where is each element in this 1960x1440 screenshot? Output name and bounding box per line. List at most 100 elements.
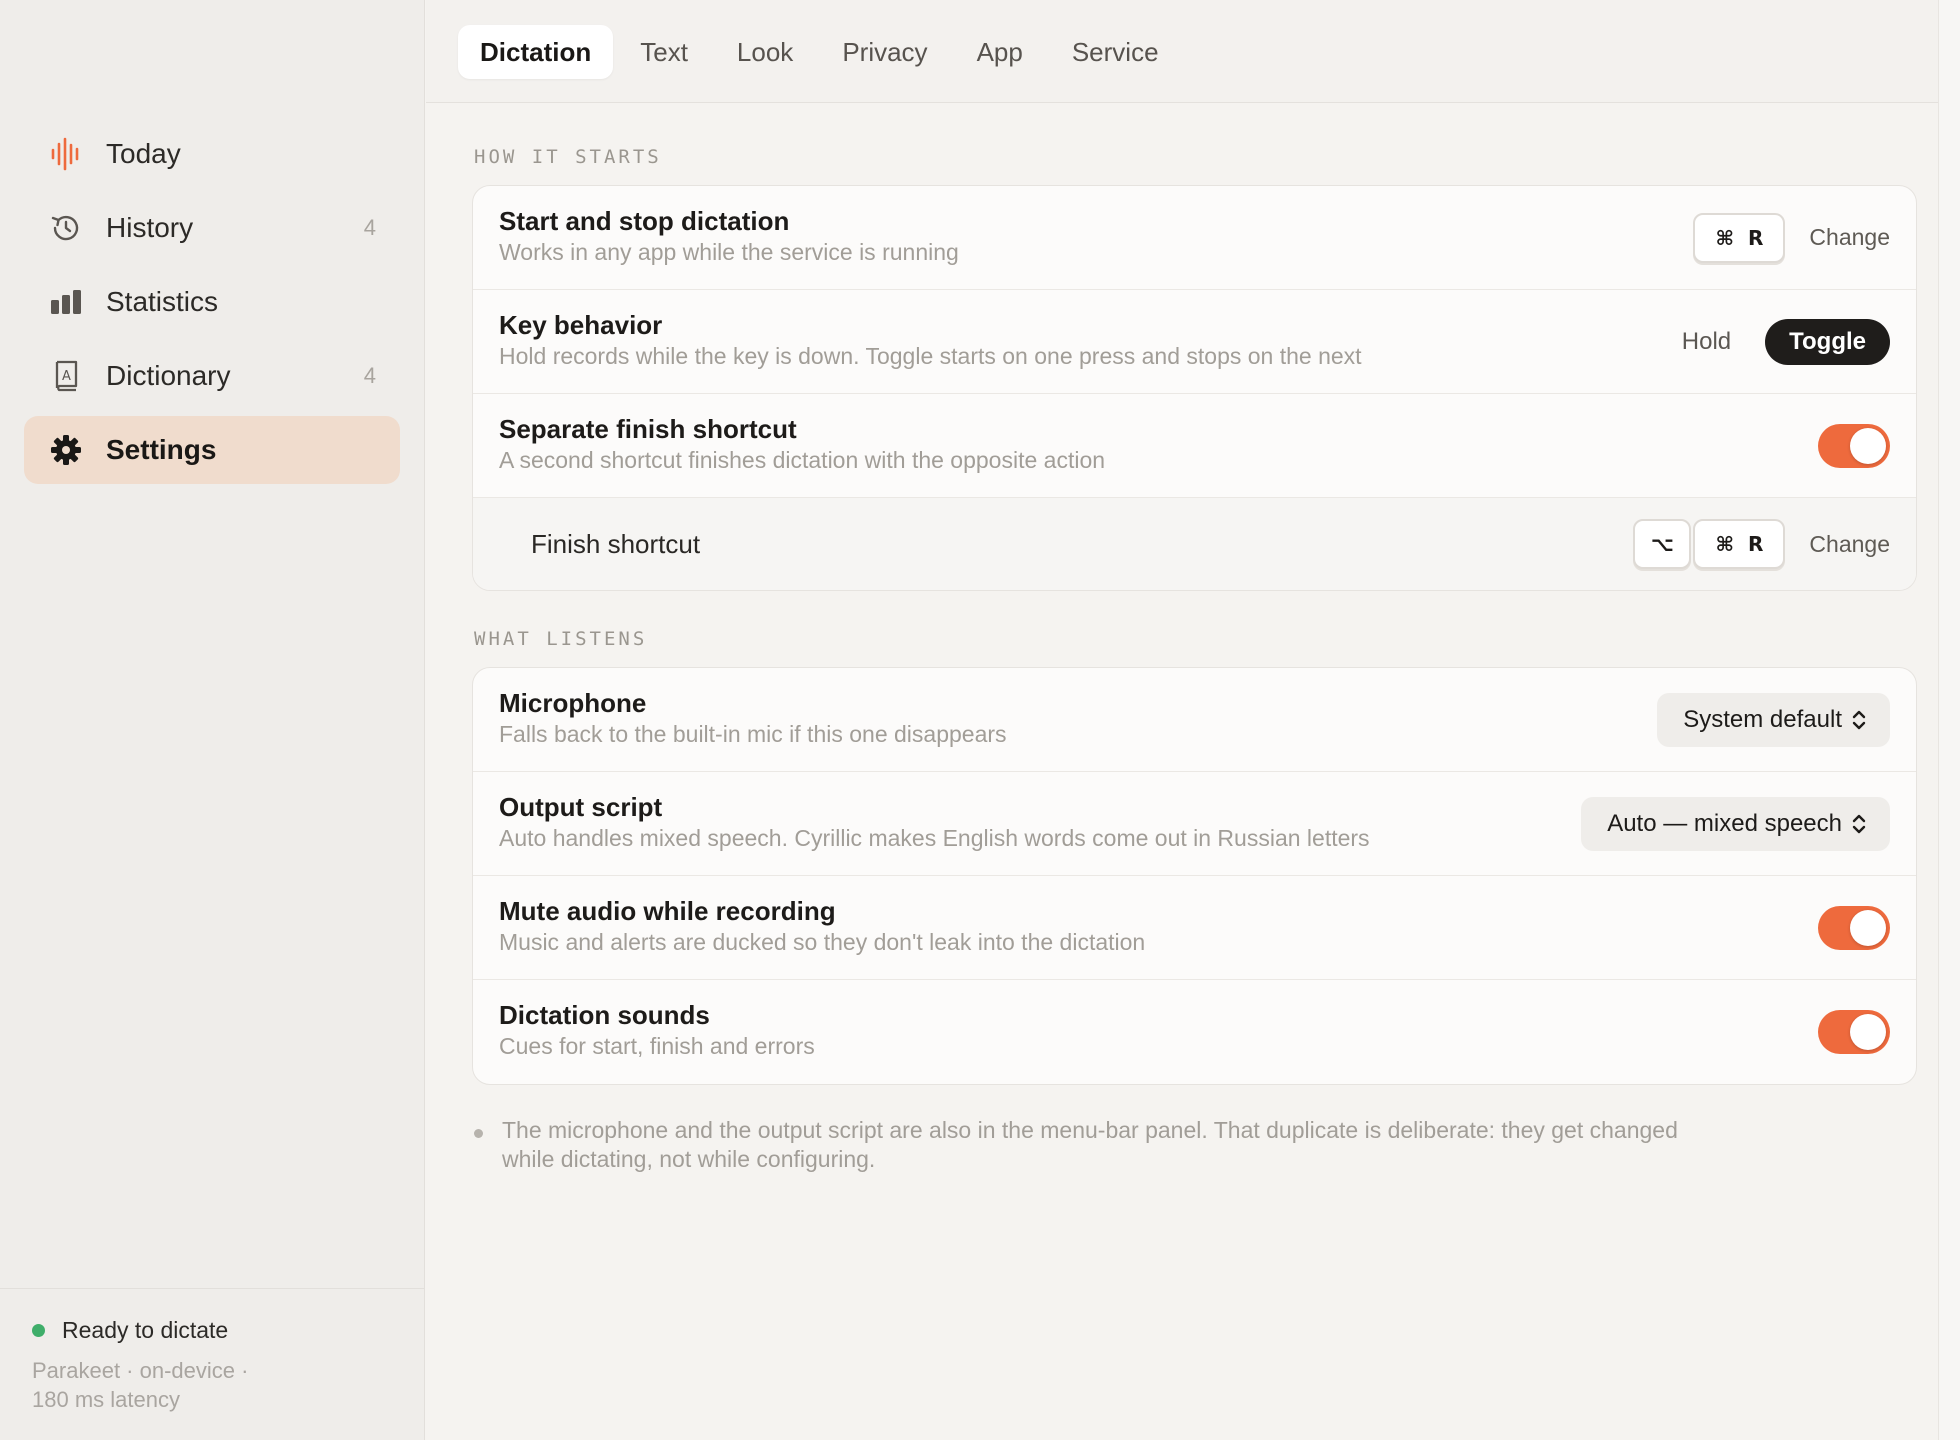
chevron-up-down-icon	[1850, 708, 1868, 732]
hold-option[interactable]: Hold	[1658, 319, 1755, 365]
microphone-select[interactable]: System default	[1657, 692, 1890, 747]
tab-service[interactable]: Service	[1050, 25, 1181, 79]
row-title: Mute audio while recording	[499, 896, 836, 926]
row-controls: System default	[1657, 668, 1890, 771]
sidebar-nav: Today History 4 Statistics A Dictionary …	[24, 120, 400, 490]
row-title: Start and stop dictation	[499, 206, 790, 236]
start-stop-row: Start and stop dictation Works in any ap…	[473, 186, 1916, 290]
section-title-what-listens: WHAT LISTENS	[474, 628, 648, 650]
row-controls: Hold Toggle	[1658, 290, 1890, 393]
sidebar-item-dictionary[interactable]: A Dictionary 4	[24, 342, 400, 410]
sidebar-item-history[interactable]: History 4	[24, 194, 400, 262]
shortcut-keycap[interactable]: ⌘ R	[1693, 519, 1786, 569]
row-description: Cues for start, finish and errors	[499, 1033, 815, 1059]
output-script-row: Output script Auto handles mixed speech.…	[473, 772, 1916, 876]
status-detail: Parakeet · on-device · 180 ms latency	[32, 1356, 292, 1414]
mute-audio-toggle[interactable]	[1818, 905, 1890, 950]
row-title: Separate finish shortcut	[499, 414, 797, 444]
row-title: Finish shortcut	[531, 529, 701, 559]
toggle-option[interactable]: Toggle	[1765, 318, 1890, 365]
section-title-how-it-starts: HOW IT STARTS	[474, 146, 662, 168]
command-key-icon: ⌘	[1715, 225, 1735, 250]
select-value: System default	[1683, 705, 1842, 733]
select-value: Auto — mixed speech	[1607, 809, 1842, 837]
row-controls: ⌘ R Change	[1693, 186, 1890, 289]
tab-app[interactable]: App	[955, 25, 1045, 79]
microphone-row: Microphone Falls back to the built-in mi…	[473, 668, 1916, 772]
command-key-icon: ⌘	[1715, 532, 1735, 556]
sidebar: Today History 4 Statistics A Dictionary …	[0, 0, 425, 1440]
mute-audio-row: Mute audio while recording Music and ale…	[473, 876, 1916, 980]
tab-text[interactable]: Text	[618, 25, 710, 79]
sidebar-item-label: Today	[106, 138, 181, 169]
change-finish-shortcut-button[interactable]: Change	[1809, 531, 1890, 558]
tab-privacy[interactable]: Privacy	[820, 25, 949, 79]
sidebar-item-label: Dictionary	[106, 360, 231, 391]
how-it-starts-card: Start and stop dictation Works in any ap…	[472, 185, 1917, 591]
row-title: Microphone	[499, 688, 647, 718]
sidebar-item-statistics[interactable]: Statistics	[24, 268, 400, 336]
dictionary-count-badge: 4	[363, 363, 376, 388]
waveform-icon	[48, 136, 84, 172]
finish-shortcut-row: Finish shortcut ⌥ ⌘ R Change	[473, 498, 1916, 590]
bullet-icon	[474, 1129, 483, 1138]
row-controls: Auto — mixed speech	[1581, 772, 1890, 875]
tab-bar: Dictation Text Look Privacy App Service	[426, 0, 1938, 103]
sidebar-item-label: History	[106, 212, 194, 243]
status-dot	[32, 1324, 45, 1337]
tab-dictation[interactable]: Dictation	[458, 25, 614, 79]
option-keycap[interactable]: ⌥	[1633, 519, 1692, 569]
row-description: Works in any app while the service is ru…	[499, 239, 959, 265]
row-controls	[1818, 980, 1890, 1084]
shortcut-keycap[interactable]: ⌘ R	[1693, 212, 1786, 263]
sidebar-item-label: Settings	[106, 434, 217, 465]
tabs: Dictation Text Look Privacy App Service	[458, 25, 1186, 79]
bar-chart-icon	[48, 284, 84, 320]
svg-text:A: A	[62, 369, 71, 384]
toggle-knob	[1850, 909, 1886, 946]
footnote: The microphone and the output script are…	[474, 1116, 1724, 1174]
key-letter: R	[1748, 225, 1764, 250]
row-title: Output script	[499, 792, 663, 822]
row-title: Key behavior	[499, 310, 663, 340]
status-detail-line: 180 ms latency	[32, 1387, 180, 1412]
row-title: Dictation sounds	[499, 1000, 710, 1030]
separate-finish-toggle[interactable]	[1818, 423, 1890, 468]
output-script-select[interactable]: Auto — mixed speech	[1581, 796, 1890, 851]
settings-main: Dictation Text Look Privacy App Service …	[426, 0, 1938, 1440]
key-behavior-segmented-control: Hold Toggle	[1658, 318, 1890, 365]
row-description: Falls back to the built-in mic if this o…	[499, 721, 1007, 747]
toggle-knob	[1850, 1014, 1886, 1050]
status-text: Ready to dictate	[62, 1317, 229, 1343]
toggle-knob	[1850, 427, 1886, 464]
key-letter: R	[1748, 532, 1764, 556]
key-behavior-row: Key behavior Hold records while the key …	[473, 290, 1916, 394]
gear-icon	[48, 432, 84, 468]
what-listens-card: Microphone Falls back to the built-in mi…	[472, 667, 1917, 1085]
dictation-sounds-row: Dictation sounds Cues for start, finish …	[473, 980, 1916, 1084]
row-description: Hold records while the key is down. Togg…	[499, 343, 1362, 369]
row-description: Auto handles mixed speech. Cyrillic make…	[499, 825, 1370, 851]
sidebar-item-label: Statistics	[106, 286, 219, 317]
service-status: Ready to dictate Parakeet · on-device · …	[0, 1288, 425, 1440]
sidebar-item-today[interactable]: Today	[24, 120, 400, 188]
chevron-up-down-icon	[1850, 812, 1868, 836]
row-controls	[1818, 394, 1890, 497]
row-controls	[1818, 876, 1890, 979]
sidebar-item-settings[interactable]: Settings	[24, 416, 400, 484]
row-controls: ⌥ ⌘ R Change	[1633, 498, 1890, 590]
dictation-sounds-toggle[interactable]	[1818, 1010, 1890, 1054]
row-description: Music and alerts are ducked so they don'…	[499, 929, 1146, 955]
row-description: A second shortcut finishes dictation wit…	[499, 447, 1106, 473]
status-detail-line: Parakeet · on-device ·	[32, 1358, 249, 1383]
scrollbar-track[interactable]	[1938, 0, 1960, 1440]
status-line: Ready to dictate	[32, 1317, 425, 1344]
dictionary-icon: A	[48, 358, 84, 394]
separate-finish-row: Separate finish shortcut A second shortc…	[473, 394, 1916, 498]
history-count-badge: 4	[363, 215, 376, 240]
history-icon	[48, 210, 84, 246]
option-key-icon: ⌥	[1650, 532, 1674, 556]
footnote-text: The microphone and the output script are…	[502, 1117, 1678, 1172]
change-shortcut-button[interactable]: Change	[1809, 224, 1890, 251]
tab-look[interactable]: Look	[715, 25, 815, 79]
